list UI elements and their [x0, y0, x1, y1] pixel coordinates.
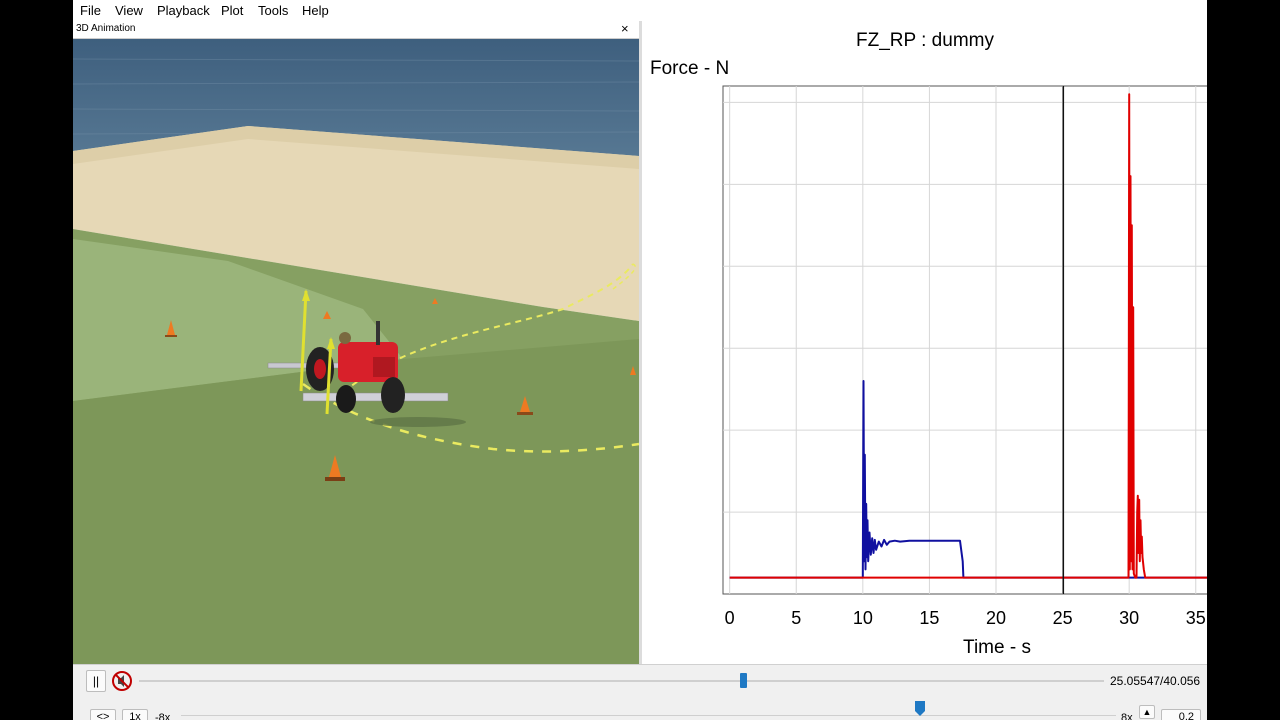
menu-bar: File View Playback Plot Tools Help [73, 0, 1207, 22]
plot-series [729, 93, 1207, 579]
animation-panel-title: 3D Animation [76, 23, 136, 34]
x-tick-label-6: 30 [1119, 608, 1139, 628]
time-readout: 25.05547/40.056 [1110, 674, 1201, 688]
series-line-1 [729, 93, 1207, 579]
force-plot[interactable]: FZ_RP : dummy Force - N Time - s 0 5 10 15 2… [642, 21, 1207, 664]
x-tick-label-2: 10 [853, 608, 873, 628]
speed-min-label: -8x [155, 712, 171, 720]
x-tick-label-3: 15 [919, 608, 939, 628]
menu-tools[interactable]: Tools [258, 3, 288, 18]
menu-playback[interactable]: Playback [157, 3, 210, 18]
playback-bar: || 25.05547/40.056 <> 1x -8x 8x ▲ 0.2 [73, 664, 1207, 720]
menu-help[interactable]: Help [302, 3, 329, 18]
3d-viewport[interactable] [73, 39, 639, 664]
mute-icon[interactable] [111, 670, 135, 692]
speed-slider-track[interactable] [181, 715, 1116, 716]
y-axis-label: Force - N [650, 58, 729, 79]
application-window: File View Playback Plot Tools Help 3D An… [73, 0, 1207, 720]
plot-panel: FZ_RP : dummy Force - N Time - s 0 5 10 15 2… [642, 21, 1207, 664]
menu-view[interactable]: View [115, 3, 143, 18]
menu-file[interactable]: File [80, 3, 101, 18]
speed-max-label: 8x [1121, 712, 1133, 720]
animation-panel: 3D Animation × [73, 21, 639, 664]
time-slider-track[interactable] [139, 680, 1104, 682]
step-input[interactable]: 0.2 [1161, 709, 1201, 720]
x-tick-label-5: 25 [1053, 608, 1073, 628]
step-up-icon[interactable]: ▲ [1139, 705, 1155, 719]
animation-panel-titlebar: 3D Animation × [73, 21, 639, 39]
time-slider-thumb[interactable] [739, 673, 747, 688]
x-tick-label-0: 0 [725, 608, 735, 628]
x-tick-label-7: 35 [1186, 608, 1206, 628]
loop-button[interactable]: <> [90, 709, 116, 720]
plot-title: FZ_RP : dummy [856, 30, 994, 51]
speed-slider-thumb[interactable] [914, 701, 925, 717]
x-tick-labels: 0510152025303540 [725, 608, 1206, 628]
pause-button[interactable]: || [86, 670, 106, 692]
menu-plot[interactable]: Plot [221, 3, 243, 18]
close-icon[interactable]: × [621, 21, 629, 37]
series-line-0 [729, 380, 1207, 579]
x-tick-label-4: 20 [986, 608, 1006, 628]
x-axis-label: Time - s [963, 637, 1031, 658]
x-tick-label-1: 5 [791, 608, 801, 628]
speed-1x-button[interactable]: 1x [122, 709, 148, 720]
